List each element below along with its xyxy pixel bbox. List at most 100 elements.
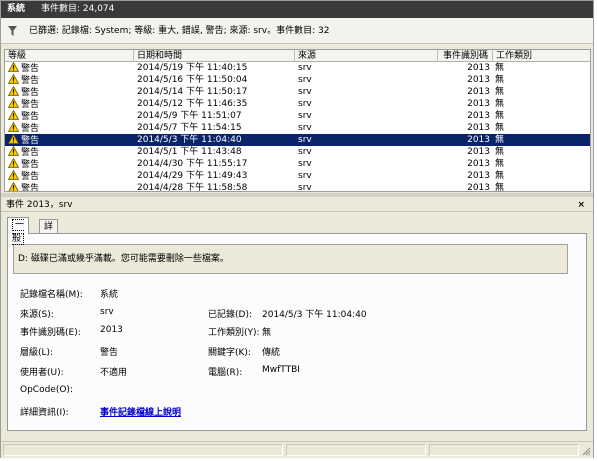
table-row[interactable]: 警告 2014/5/16 下午 11:50:04 srv 2013 無 — [5, 74, 590, 86]
source-label: 來源(S): — [20, 310, 54, 320]
cell-text: 警告 — [21, 64, 40, 74]
online-help-link[interactable]: 事件記錄檔線上說明 — [100, 405, 181, 418]
cell-text: 警告 — [21, 112, 40, 122]
resize-grip-icon[interactable] — [581, 446, 591, 456]
cell-text: 2014/5/3 下午 11:04:40 — [137, 135, 242, 145]
pane-splitter[interactable] — [1, 193, 593, 197]
column-header-date[interactable]: 日期和時間 — [134, 50, 295, 62]
cell-event-id: 2013 — [440, 110, 490, 122]
cell-text: 無 — [495, 147, 505, 157]
event-message[interactable]: D: 磁碟已滿或幾乎滿載。您可能需要刪除一些檔案。 — [13, 244, 568, 274]
cell-text: 2013 — [467, 183, 490, 192]
cell-event-id: 2013 — [440, 62, 490, 74]
cell-date: 2014/5/7 下午 11:54:15 — [137, 122, 292, 134]
cell-text: 警告 — [21, 136, 40, 146]
cell-text: 警告 — [21, 184, 40, 192]
filter-bar: 已篩選: 記錄檔: System; 等級: 重大, 錯誤, 警告; 來源: sr… — [1, 18, 593, 44]
column-header-event-id[interactable]: 事件識別碼 — [438, 50, 493, 62]
logged-label: 已記錄(D): — [208, 310, 252, 320]
status-segment — [429, 444, 579, 456]
close-icon[interactable]: × — [577, 198, 585, 212]
cell-text: srv — [298, 99, 312, 109]
column-header-level[interactable]: 等級 — [5, 50, 134, 62]
event-id-value: 2013 — [100, 325, 123, 335]
logged-value: 2014/5/3 下午 11:04:40 — [262, 310, 367, 320]
cell-text: 警告 — [21, 76, 40, 86]
column-header-category[interactable]: 工作類別 — [493, 50, 590, 62]
table-row[interactable]: 警告 2014/4/29 下午 11:49:43 srv 2013 無 — [5, 170, 590, 182]
tab-general[interactable]: 一般 — [7, 217, 30, 245]
cell-event-id: 2013 — [440, 182, 490, 192]
cell-category: 無 — [495, 170, 585, 182]
table-row[interactable]: 警告 2014/5/14 下午 11:50:17 srv 2013 無 — [5, 86, 590, 98]
cell-text: srv — [298, 123, 312, 133]
status-segment — [3, 444, 283, 456]
cell-text: 無 — [495, 87, 505, 97]
cell-category: 無 — [495, 146, 585, 158]
cell-text: 2014/5/1 下午 11:43:48 — [137, 147, 242, 157]
cell-level: 警告 — [8, 98, 133, 110]
table-row[interactable]: 警告 2014/5/1 下午 11:43:48 srv 2013 無 — [5, 146, 590, 158]
cell-category: 無 — [495, 182, 585, 191]
cell-text: srv — [298, 75, 312, 85]
log-name-value: 系統 — [100, 290, 119, 300]
tab-details[interactable]: 詳細資料 — [39, 219, 59, 274]
cell-level: 警告 — [8, 182, 133, 192]
cell-text: 無 — [495, 111, 505, 121]
table-row[interactable]: 警告 2014/4/28 下午 11:58:58 srv 2013 無 — [5, 182, 590, 192]
warning-icon — [8, 182, 19, 191]
cell-text: 2013 — [467, 111, 490, 121]
cell-date: 2014/5/12 下午 11:46:35 — [137, 98, 292, 110]
table-row[interactable]: 警告 2014/5/7 下午 11:54:15 srv 2013 無 — [5, 122, 590, 134]
cell-date: 2014/4/30 下午 11:55:17 — [137, 158, 292, 170]
cell-date: 2014/5/3 下午 11:04:40 — [137, 134, 292, 146]
cell-category: 無 — [495, 98, 585, 110]
warning-icon — [8, 134, 19, 144]
cell-text: 警告 — [21, 160, 40, 170]
table-row[interactable]: 警告 2014/5/12 下午 11:46:35 srv 2013 無 — [5, 98, 590, 110]
cell-text: 警告 — [21, 148, 40, 158]
level-value: 警告 — [100, 348, 119, 358]
status-bar — [1, 441, 593, 458]
cell-category: 無 — [495, 122, 585, 134]
cell-text: 2014/4/30 下午 11:55:17 — [137, 159, 248, 169]
event-id-label: 事件識別碼(E): — [20, 328, 81, 338]
funnel-icon[interactable] — [8, 26, 17, 36]
computer-value: MwfTTBI — [262, 365, 300, 375]
cell-text: srv — [298, 87, 312, 97]
keywords-label: 關鍵字(K): — [208, 348, 251, 358]
table-row[interactable]: 警告 2014/4/30 下午 11:55:17 srv 2013 無 — [5, 158, 590, 170]
cell-source: srv — [298, 134, 438, 146]
cell-source: srv — [298, 74, 438, 86]
cell-source: srv — [298, 86, 438, 98]
event-table[interactable]: 等級 日期和時間 來源 事件識別碼 工作類別 警告 2014/5/19 下午 11… — [4, 49, 591, 192]
cell-source: srv — [298, 62, 438, 74]
cell-text: 無 — [495, 63, 505, 73]
filter-summary: 已篩選: 記錄檔: System; 等級: 重大, 錯誤, 警告; 來源: sr… — [29, 26, 330, 36]
cell-event-id: 2013 — [440, 122, 490, 134]
log-name-label: 記錄檔名稱(M): — [20, 290, 83, 300]
warning-icon — [8, 146, 19, 156]
cell-date: 2014/5/14 下午 11:50:17 — [137, 86, 292, 98]
cell-category: 無 — [495, 74, 585, 86]
cell-text: srv — [298, 63, 312, 73]
cell-category: 無 — [495, 134, 585, 146]
cell-date: 2014/5/9 下午 11:51:07 — [137, 110, 292, 122]
table-row[interactable]: 警告 2014/5/9 下午 11:51:07 srv 2013 無 — [5, 110, 590, 122]
table-row[interactable]: 警告 2014/5/19 下午 11:40:15 srv 2013 無 — [5, 62, 590, 74]
cell-text: srv — [298, 147, 312, 157]
cell-text: 2013 — [467, 159, 490, 169]
user-label: 使用者(U): — [20, 368, 64, 378]
table-row[interactable]: 警告 2014/5/3 下午 11:04:40 srv 2013 無 — [5, 134, 590, 146]
column-header-source[interactable]: 來源 — [295, 50, 438, 62]
cell-text: srv — [298, 159, 312, 169]
cell-text: 警告 — [21, 124, 40, 134]
event-count: 事件數目: 24,074 — [41, 4, 115, 14]
status-segment — [286, 444, 426, 456]
warning-icon — [8, 122, 19, 132]
cell-text: 2014/5/16 下午 11:50:04 — [137, 75, 248, 85]
cell-event-id: 2013 — [440, 98, 490, 110]
cell-source: srv — [298, 146, 438, 158]
more-info-label: 詳細資訊(I): — [20, 408, 69, 418]
cell-text: srv — [298, 135, 312, 145]
